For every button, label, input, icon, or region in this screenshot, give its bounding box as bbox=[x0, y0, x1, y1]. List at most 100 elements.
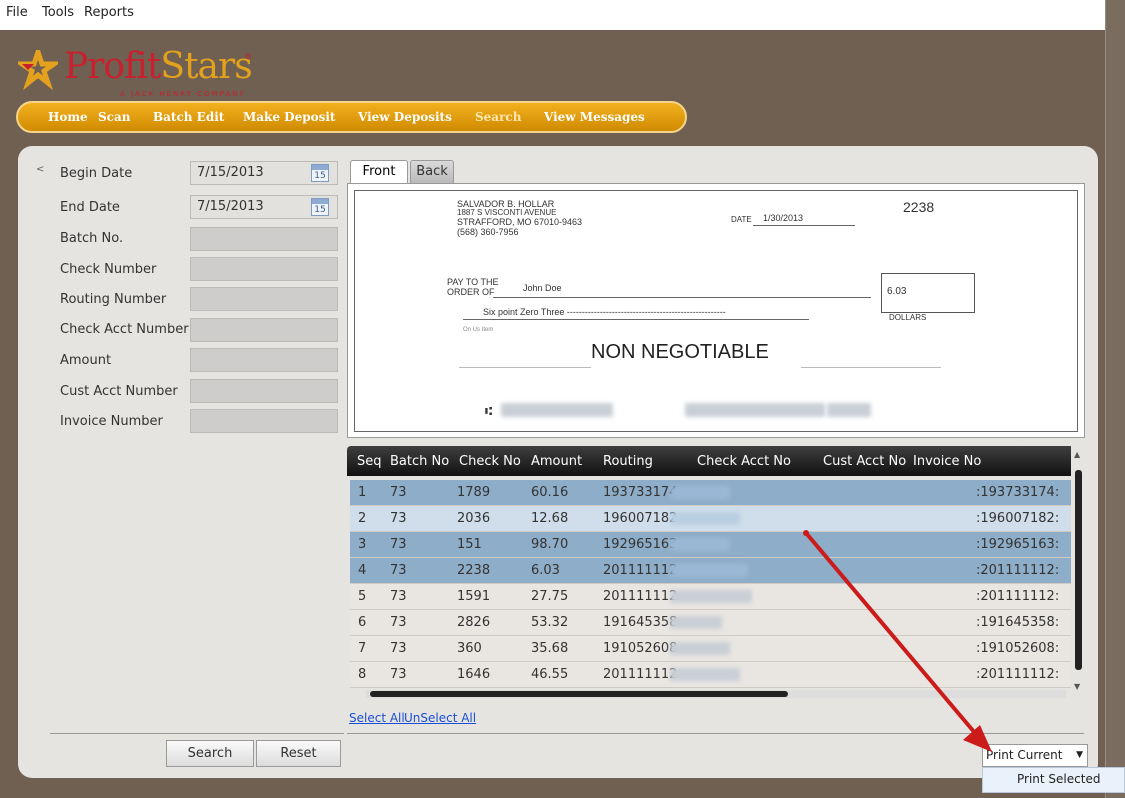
cell-amount: 27.75 bbox=[531, 589, 569, 604]
tab-front[interactable]: Front bbox=[350, 160, 408, 184]
nav-view-deposits[interactable]: View Deposits bbox=[358, 110, 452, 124]
print-mode-value: Print Current bbox=[986, 748, 1063, 762]
cell-routing: 201111112 bbox=[603, 563, 678, 578]
check-number-label: Check Number bbox=[60, 262, 157, 277]
reset-button[interactable]: Reset bbox=[256, 740, 341, 767]
cell-invoice: :191645358: bbox=[976, 615, 1060, 630]
nav-make-deposit[interactable]: Make Deposit bbox=[243, 110, 335, 124]
unselect-all-link[interactable]: UnSelect All bbox=[404, 711, 476, 725]
col-invoice-no[interactable]: Invoice No bbox=[913, 454, 981, 469]
col-check-acct-no[interactable]: Check Acct No bbox=[697, 454, 791, 469]
nav-search[interactable]: Search bbox=[475, 110, 521, 124]
print-mode-select[interactable]: Print Current ▼ bbox=[982, 744, 1088, 767]
cell-seq: 1 bbox=[358, 485, 367, 500]
cust-acct-number-field[interactable] bbox=[190, 379, 338, 403]
print-selected-option[interactable]: Print Selected bbox=[982, 767, 1125, 793]
cell-batch: 73 bbox=[390, 667, 407, 682]
menu-tools[interactable]: Tools bbox=[42, 5, 74, 20]
cell-amount: 6.03 bbox=[531, 563, 560, 578]
table-row[interactable]: 3 73 151 98.70 192965163 :192965163: bbox=[350, 532, 1074, 558]
cell-check-acct-redacted bbox=[670, 642, 730, 655]
cell-routing: 192965163 bbox=[603, 537, 678, 552]
cell-routing: 191052608 bbox=[603, 641, 678, 656]
grid-horizontal-scrollbar[interactable] bbox=[366, 690, 1066, 698]
col-seq[interactable]: Seq bbox=[357, 454, 382, 469]
collapse-panel-icon[interactable]: < bbox=[36, 164, 44, 175]
profitstars-logo: ProfitStars ® A JACK HENRY COMPANY bbox=[18, 44, 268, 102]
col-check-no[interactable]: Check No bbox=[459, 454, 521, 469]
menu-file[interactable]: File bbox=[6, 5, 28, 20]
scroll-up-icon[interactable]: ▲ bbox=[1074, 450, 1080, 459]
table-row[interactable]: 4 73 2238 6.03 201111112 :201111112: bbox=[350, 558, 1074, 584]
nav-home[interactable]: Home bbox=[48, 110, 88, 124]
cell-invoice: :191052608: bbox=[976, 641, 1060, 656]
star-logo-icon bbox=[18, 50, 58, 90]
check-acct-number-field[interactable] bbox=[190, 318, 338, 342]
batch-no-field[interactable] bbox=[190, 227, 338, 251]
table-row[interactable]: 8 73 1646 46.55 201111112 :201111112: bbox=[350, 662, 1074, 688]
cell-check-acct-redacted bbox=[670, 564, 748, 577]
grid-horizontal-scroll-thumb[interactable] bbox=[370, 691, 788, 697]
check-payer-phone: (568) 360-7956 bbox=[457, 227, 519, 237]
table-row[interactable]: 7 73 360 35.68 191052608 :191052608: bbox=[350, 636, 1074, 662]
cell-batch: 73 bbox=[390, 511, 407, 526]
cust-acct-number-label: Cust Acct Number bbox=[60, 384, 178, 399]
cell-check: 2826 bbox=[457, 615, 491, 630]
cell-amount: 12.68 bbox=[531, 511, 569, 526]
check-pay-to-label-2: ORDER OF bbox=[447, 287, 495, 297]
cell-invoice: :201111112: bbox=[976, 589, 1060, 604]
select-all-link[interactable]: Select All bbox=[349, 711, 405, 725]
logo-subtitle: A JACK HENRY COMPANY bbox=[120, 90, 246, 98]
col-cust-acct-no[interactable]: Cust Acct No bbox=[823, 454, 906, 469]
tab-back[interactable]: Back bbox=[410, 160, 454, 184]
cell-amount: 46.55 bbox=[531, 667, 569, 682]
end-date-calendar-icon[interactable]: 15 bbox=[311, 198, 329, 216]
cell-routing: 196007182 bbox=[603, 511, 678, 526]
cell-check-acct-redacted bbox=[670, 616, 722, 629]
check-memo-label: On Us Item bbox=[463, 327, 494, 333]
check-right-line bbox=[801, 367, 941, 368]
cell-routing: 201111112 bbox=[603, 589, 678, 604]
grid-vertical-scrollbar[interactable]: ▲ ▼ bbox=[1071, 446, 1087, 698]
micr-check-redacted bbox=[827, 403, 871, 417]
check-acct-number-label: Check Acct Number bbox=[60, 322, 189, 337]
begin-date-calendar-icon[interactable]: 15 bbox=[311, 164, 329, 182]
nav-scan[interactable]: Scan bbox=[98, 110, 130, 124]
cell-invoice: :201111112: bbox=[976, 667, 1060, 682]
grid-vertical-scroll-thumb[interactable] bbox=[1075, 470, 1082, 670]
menu-reports[interactable]: Reports bbox=[84, 5, 134, 20]
cell-check: 1789 bbox=[457, 485, 491, 500]
col-batch-no[interactable]: Batch No bbox=[390, 454, 449, 469]
app-window: File Tools Reports ProfitStars ® A JACK … bbox=[0, 0, 1125, 798]
cell-amount: 35.68 bbox=[531, 641, 569, 656]
check-number: 2238 bbox=[903, 199, 935, 215]
table-row[interactable]: 6 73 2826 53.32 191645358 :191645358: bbox=[350, 610, 1074, 636]
nav-view-messages[interactable]: View Messages bbox=[544, 110, 645, 124]
cell-check: 2238 bbox=[457, 563, 491, 578]
cell-batch: 73 bbox=[390, 615, 407, 630]
col-routing[interactable]: Routing bbox=[603, 454, 653, 469]
amount-field[interactable] bbox=[190, 348, 338, 372]
begin-date-label: Begin Date bbox=[60, 166, 133, 181]
cell-check-acct-redacted bbox=[670, 486, 730, 499]
col-amount[interactable]: Amount bbox=[531, 454, 582, 469]
cell-amount: 98.70 bbox=[531, 537, 569, 552]
cell-seq: 3 bbox=[358, 537, 367, 552]
check-amount-words: Six point Zero Three -------------------… bbox=[483, 307, 726, 317]
cell-routing: 193733174 bbox=[603, 485, 678, 500]
scroll-down-icon[interactable]: ▼ bbox=[1074, 682, 1080, 691]
cell-batch: 73 bbox=[390, 589, 407, 604]
routing-number-field[interactable] bbox=[190, 287, 338, 311]
invoice-number-field[interactable] bbox=[190, 409, 338, 433]
nav-batch-edit[interactable]: Batch Edit bbox=[153, 110, 224, 124]
batch-no-label: Batch No. bbox=[60, 231, 124, 246]
cell-invoice: :201111112: bbox=[976, 563, 1060, 578]
check-image-panel: SALVADOR B. HOLLAR 1887 S VISCONTI AVENU… bbox=[347, 183, 1085, 438]
table-row[interactable]: 1 73 1789 60.16 193733174 :193733174: bbox=[350, 480, 1074, 506]
table-row[interactable]: 2 73 2036 12.68 196007182 :196007182: bbox=[350, 506, 1074, 532]
check-number-field[interactable] bbox=[190, 257, 338, 281]
search-button[interactable]: Search bbox=[166, 740, 254, 767]
amount-label: Amount bbox=[60, 353, 112, 368]
micr-transit-symbol: ⑆ bbox=[485, 404, 493, 418]
table-row[interactable]: 5 73 1591 27.75 201111112 :201111112: bbox=[350, 584, 1074, 610]
